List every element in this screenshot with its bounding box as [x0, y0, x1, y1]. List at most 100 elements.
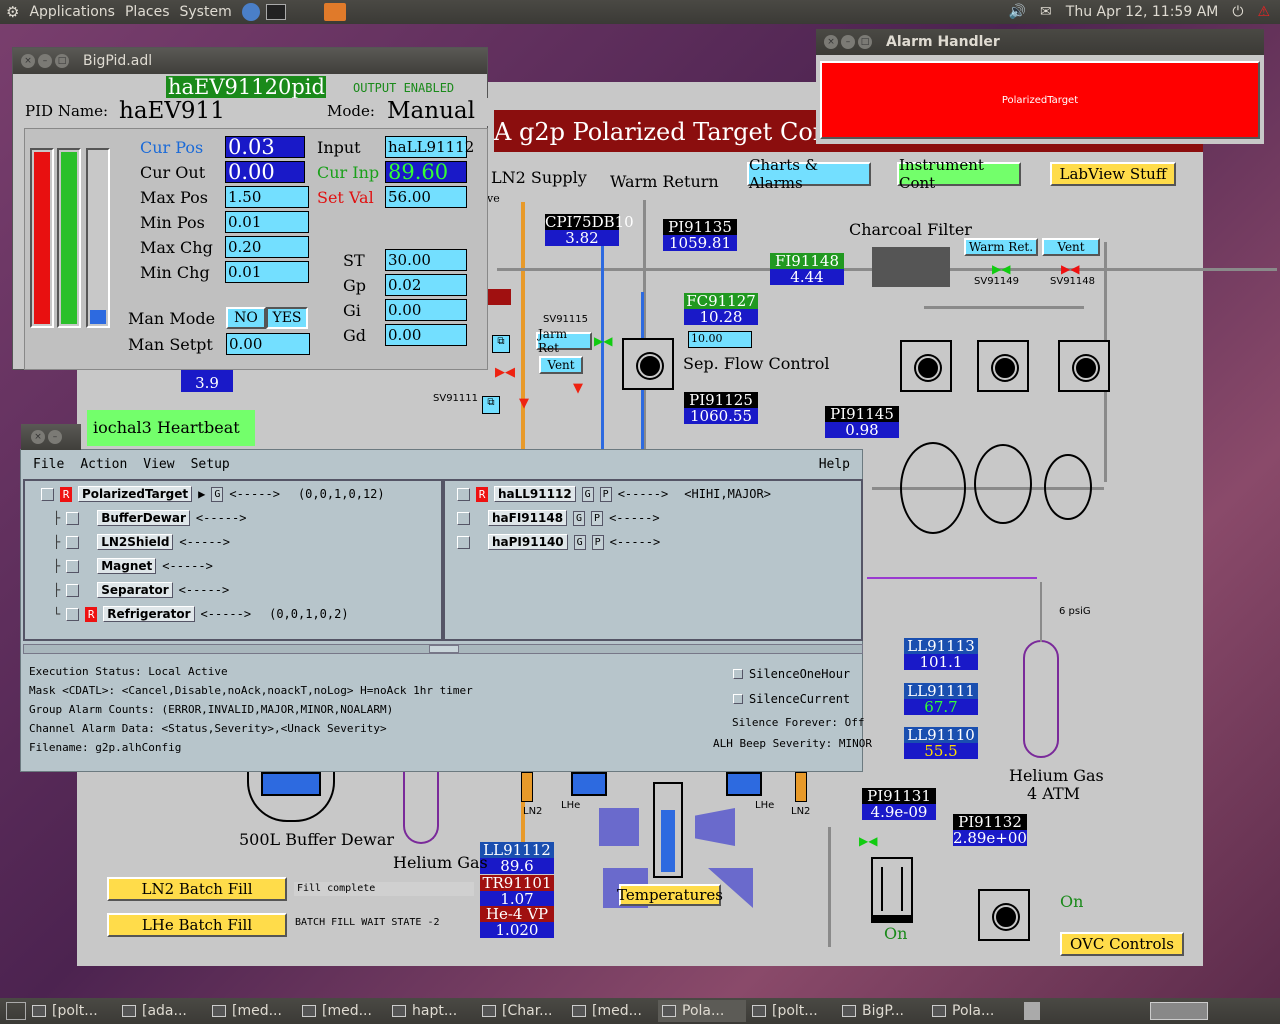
warm-ret-button-2[interactable]: Jarm Ret	[536, 327, 592, 355]
ln2-batch-fill-button[interactable]: LN2 Batch Fill	[107, 877, 287, 901]
minimize-icon[interactable]: –	[841, 35, 855, 49]
menu-setup[interactable]: Setup	[191, 457, 230, 472]
menu-view[interactable]: View	[143, 457, 174, 472]
tag-ll91113[interactable]: LL91113 101.1	[904, 638, 978, 670]
g-button[interactable]: G	[581, 486, 594, 502]
menu-file[interactable]: File	[33, 457, 64, 472]
maximize-icon[interactable]: □	[858, 35, 872, 49]
ovc-pump[interactable]	[978, 889, 1030, 941]
tag-ll91110[interactable]: LL91110 55.5	[904, 727, 978, 759]
sep-flow-pump[interactable]	[622, 338, 674, 390]
lhe-batch-fill-button[interactable]: LHe Batch Fill	[107, 913, 287, 937]
ack-checkbox[interactable]	[66, 535, 80, 549]
fc91127-setpoint[interactable]: 10.00	[688, 331, 752, 348]
tag-pi91145[interactable]: PI91145 0.98	[825, 406, 899, 438]
min-pos-input[interactable]: 0.01	[225, 211, 309, 233]
group-row-bufferdewar[interactable]: ├ BufferDewar <----->	[53, 509, 246, 527]
warning-icon[interactable]: ⚠	[1257, 4, 1270, 20]
man-setpt-input[interactable]: 0.00	[226, 333, 310, 355]
close-icon[interactable]: ×	[824, 35, 838, 49]
close-icon[interactable]: ×	[31, 430, 45, 444]
max-pos-input[interactable]: 1.50	[225, 186, 309, 208]
channel-row-hall91112[interactable]: R haLL91112 GP <-----> <HIHI,MAJOR>	[457, 485, 771, 503]
ack-checkbox[interactable]	[66, 511, 80, 525]
bigpid-titlebar[interactable]: × – □ BigPid.adl	[13, 48, 487, 74]
group-name[interactable]: LN2Shield	[97, 534, 174, 550]
ack-checkbox[interactable]	[41, 487, 54, 501]
task-item-6[interactable]: [med...	[568, 1000, 656, 1022]
group-name[interactable]: Magnet	[97, 558, 157, 574]
polarized-target-alarm-button[interactable]: PolarizedTarget	[820, 61, 1260, 139]
group-name[interactable]: Refrigerator	[103, 606, 195, 622]
group-row-magnet[interactable]: ├ Magnet <----->	[53, 557, 213, 575]
gi-input[interactable]: 0.00	[385, 299, 467, 321]
maximize-icon[interactable]: □	[55, 54, 69, 68]
valve-sv91148-icon[interactable]: ▶◀	[1061, 262, 1079, 276]
g-button[interactable]: G	[573, 534, 586, 550]
charts-alarms-button[interactable]: Charts & Alarms	[747, 156, 871, 192]
menu-system[interactable]: System	[180, 4, 232, 20]
task-item-1[interactable]: [ada...	[118, 1000, 206, 1022]
tag-ll91111[interactable]: LL91111 67.7	[904, 683, 978, 715]
task-item-5[interactable]: [Char...	[478, 1000, 566, 1022]
task-item-2[interactable]: [med...	[208, 1000, 296, 1022]
input-field[interactable]: haLL91112	[385, 136, 474, 158]
mail-icon[interactable]: ✉	[1040, 4, 1052, 20]
ack-checkbox[interactable]	[457, 487, 470, 501]
silence-one-hour[interactable]: SilenceOneHour	[733, 667, 850, 681]
min-chg-input[interactable]: 0.01	[225, 261, 309, 283]
ovc-valve-icon[interactable]: ▶◀	[859, 834, 877, 848]
vent-button-2[interactable]: Vent	[539, 356, 583, 374]
tag-fc91127[interactable]: FC91127 10.28	[684, 293, 758, 325]
ack-checkbox[interactable]	[66, 607, 80, 621]
related-display-2-icon[interactable]: ⧉	[482, 396, 500, 414]
close-icon[interactable]: ×	[21, 54, 35, 68]
ovc-controls-button[interactable]: OVC Controls	[1060, 932, 1184, 956]
trash-icon[interactable]	[1024, 1002, 1040, 1020]
tag-fi91148[interactable]: FI91148 4.44	[770, 253, 844, 285]
p-button[interactable]: P	[591, 534, 604, 550]
volume-icon[interactable]: 🔊	[1009, 4, 1026, 20]
group-name[interactable]: Separator	[97, 582, 173, 598]
valve-sv91149-icon[interactable]: ▶◀	[992, 262, 1010, 276]
gp-input[interactable]: 0.02	[385, 274, 467, 296]
valve-green-icon[interactable]: ▶◀	[594, 334, 612, 348]
channel-name[interactable]: haLL91112	[494, 486, 576, 502]
tag-cpi75db10[interactable]: CPI75DB10 3.82	[545, 214, 634, 246]
g-button[interactable]: G	[573, 510, 586, 526]
terminal-icon[interactable]	[265, 4, 286, 20]
browser-icon[interactable]	[241, 3, 260, 21]
menu-help[interactable]: Help	[819, 457, 850, 472]
pump-2[interactable]	[977, 340, 1029, 392]
power-icon[interactable]: ⏻	[1232, 4, 1243, 20]
silence-hour-checkbox[interactable]	[733, 669, 743, 679]
task-item-3[interactable]: [med...	[298, 1000, 386, 1022]
tag-ll91112[interactable]: LL91112 89.6	[480, 842, 554, 874]
vent-button[interactable]: Vent	[1042, 238, 1100, 256]
ack-checkbox[interactable]	[457, 511, 470, 525]
tag-pi91131[interactable]: PI91131 4.9e-09	[862, 788, 936, 820]
man-mode-no-button[interactable]: NO	[226, 307, 266, 329]
pump-3[interactable]	[1058, 340, 1110, 392]
ack-checkbox[interactable]	[457, 535, 470, 549]
group-name[interactable]: PolarizedTarget	[78, 486, 193, 502]
ack-checkbox[interactable]	[66, 583, 80, 597]
task-item-10[interactable]: Pola...	[928, 1000, 1016, 1022]
group-row-separator[interactable]: ├ Separator <----->	[53, 581, 229, 599]
channel-name[interactable]: haFI91148	[488, 510, 568, 526]
valve-red-3-icon[interactable]: ▼	[573, 382, 587, 396]
p-button[interactable]: P	[591, 510, 604, 526]
menu-places[interactable]: Places	[125, 4, 170, 20]
alarm-handler-titlebar[interactable]: × – □ Alarm Handler	[816, 29, 1264, 55]
task-item-4[interactable]: hapt...	[388, 1000, 476, 1022]
warm-ret-button[interactable]: Warm Ret.	[964, 238, 1038, 256]
channel-row-hapi91140[interactable]: haPI91140 GP <----->	[457, 533, 660, 551]
tag-pi91135[interactable]: PI91135 1059.81	[663, 219, 737, 251]
ubuntu-logo-icon[interactable]: ⚙	[6, 3, 19, 21]
group-row-ln2shield[interactable]: ├ LN2Shield <----->	[53, 533, 230, 551]
related-display-icon[interactable]: ⧉	[492, 335, 510, 353]
menu-applications[interactable]: Applications	[29, 4, 115, 20]
set-val-input[interactable]: 56.00	[385, 186, 467, 208]
alh-titlebar-stub[interactable]: × –	[21, 424, 81, 450]
minimize-icon[interactable]: –	[48, 430, 62, 444]
